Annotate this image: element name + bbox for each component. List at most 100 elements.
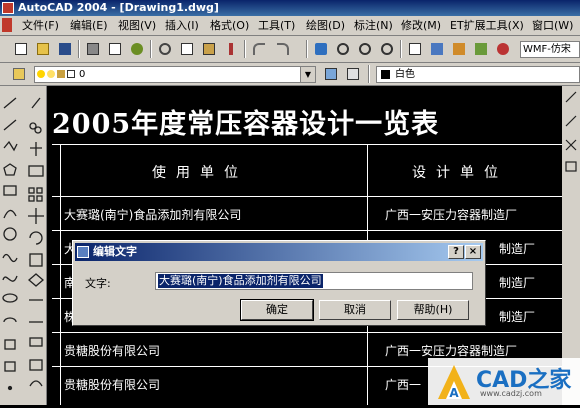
text-style-combo[interactable]: WMF-仿宋 [520,41,580,58]
undo-icon[interactable] [250,40,268,58]
line-tool-icon [3,97,17,109]
layer-value: 0 [79,69,86,80]
table-cell-user[interactable]: 贵糖股份有限公司 [64,376,160,393]
layer-previous-icon[interactable] [344,65,362,83]
scale-tool-icon [29,253,43,267]
layer-freeze-icon [47,70,55,78]
help-icon[interactable] [494,40,512,58]
dimension-linear-icon [565,91,577,103]
cad-logo-icon: A [438,365,470,400]
menu-format[interactable]: 格式(O) [210,16,249,35]
revision-cloud-icon [2,253,18,263]
tool-palettes-icon[interactable] [450,40,468,58]
watermark: A CAD之家 www.cadzj.com [428,358,580,405]
move-tool-icon [28,208,44,224]
dimension-radius-icon [565,139,577,151]
table-border [60,144,61,405]
ellipse-tool-icon [2,293,18,303]
table-cell-designer[interactable]: 广西一安压力容器制造厂 [385,206,517,223]
chevron-down-icon[interactable]: ▼ [300,67,315,82]
array-tool-icon [28,187,35,194]
circle-tool-icon [3,227,17,241]
dialog-help-button[interactable]: ? [448,245,464,259]
help-button[interactable]: 帮助(H) [397,300,469,320]
layer-combo[interactable]: 0 ▼ [34,66,316,83]
pan-icon[interactable] [312,40,330,58]
chamfer-tool-icon [29,359,43,371]
menu-bar: 文件(F) 编辑(E) 视图(V) 插入(I) 格式(O) 工具(T) 绘图(D… [0,16,580,36]
document-icon[interactable] [2,18,12,32]
menu-dimension[interactable]: 标注(N) [354,16,393,35]
standard-toolbar: WMF-仿宋 [0,36,580,63]
construction-line-icon [3,119,17,131]
copy-icon[interactable] [178,40,196,58]
dialog-title: 编辑文字 [93,245,137,258]
table-cell-designer[interactable]: 制造厂 [499,308,535,325]
color-combo[interactable]: 白色 [376,66,580,83]
text-field-label: 文字: [85,277,111,290]
table-cell-designer[interactable]: 制造厂 [499,274,535,291]
table-border [52,144,562,145]
color-value: 白色 [395,69,415,80]
toolbar-separator [400,40,402,58]
table-cell-designer[interactable]: 制造厂 [499,240,535,257]
menu-et-tools[interactable]: ET扩展工具(X) [450,16,524,35]
text-field-selected-value: 大赛璐(南宁)食品添加剂有限公司 [158,274,323,288]
table-cell-designer[interactable]: 广西一 [385,376,421,393]
insert-block-icon [4,339,16,350]
layer-on-icon [37,70,45,78]
menu-view[interactable]: 视图(V) [118,16,156,35]
menu-modify[interactable]: 修改(M) [401,16,441,35]
match-properties-icon[interactable] [222,40,240,58]
table-cell-user[interactable]: 贵糖股份有限公司 [64,342,160,359]
menu-draw[interactable]: 绘图(D) [306,16,345,35]
spline-tool-icon [2,275,18,282]
make-block-icon [4,361,16,372]
publish-icon[interactable] [128,40,146,58]
point-tool-icon [7,385,13,391]
menu-window[interactable]: 窗口(W) [532,16,573,35]
text-style-value: WMF-仿宋 [523,44,571,55]
polyline-tool-icon [3,140,18,152]
menu-file[interactable]: 文件(F) [22,16,59,35]
dialog-close-button[interactable]: × [465,245,481,259]
zoom-window-icon[interactable] [356,40,374,58]
dbconnect-icon[interactable] [472,40,490,58]
layer-manager-icon[interactable] [10,65,28,83]
table-cell-user[interactable]: 大赛璐(南宁)食品添加剂有限公司 [64,206,241,223]
new-file-icon[interactable] [12,40,30,58]
paste-icon[interactable] [200,40,218,58]
autocad-app-icon[interactable] [2,2,14,14]
dimension-aligned-icon [565,115,577,127]
dialog-titlebar: 编辑文字 ? × [75,243,483,261]
cancel-button[interactable]: 取消 [319,300,391,320]
color-swatch [381,70,390,79]
menu-tools[interactable]: 工具(T) [258,16,295,35]
column-header-user: 使用单位 [152,165,248,181]
text-field[interactable]: 大赛璐(南宁)食品添加剂有限公司 [155,272,473,290]
window-title: AutoCAD 2004 - [Drawing1.dwg] [18,1,219,14]
save-icon[interactable] [56,40,74,58]
table-border [52,230,562,231]
ok-button[interactable]: 确定 [240,299,314,321]
watermark-url: www.cadzj.com [480,389,542,398]
menu-edit[interactable]: 编辑(E) [70,16,108,35]
draw-modify-toolbar [0,86,47,405]
table-border [52,196,562,197]
properties-icon[interactable] [406,40,424,58]
table-cell-designer[interactable]: 广西一安压力容器制造厂 [385,342,517,359]
toolbar-separator [78,40,80,58]
layers-toolbar: 0 ▼ 白色 [0,63,580,86]
design-center-icon[interactable] [428,40,446,58]
zoom-previous-icon[interactable] [378,40,396,58]
tool-icons [2,97,44,391]
redo-icon[interactable] [274,40,292,58]
open-folder-icon[interactable] [34,40,52,58]
cut-icon[interactable] [156,40,174,58]
print-icon[interactable] [84,40,102,58]
mirror-tool-icon [30,142,42,156]
print-preview-icon[interactable] [106,40,124,58]
menu-insert[interactable]: 插入(I) [165,16,199,35]
zoom-realtime-icon[interactable] [334,40,352,58]
make-object-layer-current-icon[interactable] [322,65,340,83]
